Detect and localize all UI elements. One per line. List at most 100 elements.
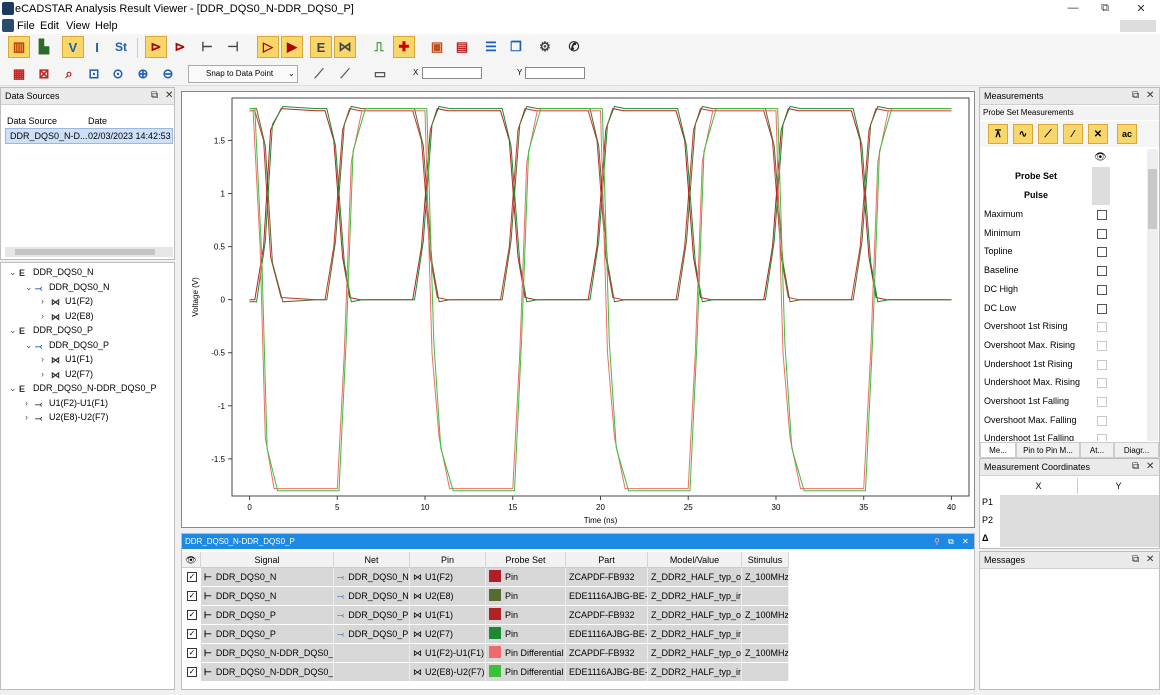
snap-dropdown[interactable]: Snap to Data Point ⌄ [188, 65, 298, 83]
measurement-checkbox[interactable] [1097, 284, 1107, 295]
tree-item[interactable]: › ⤙ U1(F2)-U1(F1) [25, 396, 108, 410]
chevron-icon[interactable]: › [41, 352, 51, 366]
probe-p-icon[interactable]: ⊳ [169, 36, 191, 58]
header-model[interactable]: Model/Value [648, 552, 742, 568]
menu-help[interactable]: Help [95, 20, 118, 32]
measurement-checkbox[interactable] [1097, 434, 1107, 441]
measurement-checkbox[interactable] [1097, 397, 1107, 407]
current-icon[interactable]: I [86, 36, 108, 58]
chevron-icon[interactable]: › [41, 309, 51, 323]
close-button[interactable]: ✕ [1126, 2, 1156, 16]
float-icon[interactable]: ⧉ [1132, 461, 1139, 472]
chevron-icon[interactable]: ⌄ [9, 323, 19, 337]
close-icon[interactable]: ✕ [962, 534, 969, 549]
state-icon[interactable]: St [110, 36, 132, 58]
tab-diagram[interactable]: Diagr... [1114, 442, 1159, 458]
eye-diagram-icon[interactable]: ✚ [393, 36, 415, 58]
chevron-icon[interactable]: › [25, 396, 35, 410]
chevron-icon[interactable]: ⌄ [9, 265, 19, 279]
header-signal[interactable]: Signal [201, 552, 334, 568]
chevron-icon[interactable]: ⌄ [9, 381, 19, 395]
measurement-checkbox[interactable] [1097, 210, 1107, 220]
chevron-icon[interactable]: ⌄ [25, 280, 35, 294]
float-icon[interactable]: ⧉ [151, 90, 158, 101]
tree-item[interactable]: › ⋈ U1(F2) [41, 294, 93, 308]
row-checkbox[interactable]: ✓ [187, 610, 197, 620]
table-row[interactable]: ✓ ⊢ DDR_DQS0_N-DDR_DQS0_P ⋈ U1(F2)-U1(F1) Pin… [182, 644, 789, 662]
visibility-eye-icon[interactable]: 👁 [182, 552, 201, 568]
vertical-scrollbar[interactable] [1147, 149, 1158, 441]
measurement-checkbox[interactable] [1097, 322, 1107, 333]
float-icon[interactable]: ⧉ [1132, 90, 1139, 101]
menu-edit[interactable]: Edit [40, 20, 59, 32]
receiver-icon[interactable]: ▶ [281, 36, 303, 58]
color-swatch[interactable] [489, 646, 501, 658]
close-icon[interactable]: ✕ [1146, 554, 1154, 565]
tab-pin-to-pin[interactable]: Pin to Pin M... [1016, 442, 1080, 458]
color-swatch[interactable] [489, 608, 501, 620]
measurement-checkbox[interactable] [1097, 266, 1107, 277]
zoom-region-icon[interactable]: ⌕ [58, 63, 80, 85]
chevron-icon[interactable]: › [41, 367, 51, 381]
tree-item[interactable]: › ⤙ U2(E8)-U2(F7) [25, 410, 109, 424]
histogram-icon[interactable]: ▙ [33, 36, 55, 58]
settings-gear-icon[interactable]: ⚙ [534, 36, 556, 58]
row-checkbox[interactable]: ✓ [187, 591, 197, 601]
tree-item[interactable]: ⌄ E DDR_DQS0_N [9, 265, 94, 279]
color-swatch[interactable] [489, 665, 501, 677]
tree-item[interactable]: › ⋈ U2(E8) [41, 309, 94, 323]
grid-icon[interactable]: ▦ [8, 63, 30, 85]
menu-view[interactable]: View [66, 20, 90, 32]
header-net[interactable]: Net [334, 552, 410, 568]
row-checkbox[interactable]: ✓ [187, 572, 197, 582]
voltage-icon[interactable]: V [62, 36, 84, 58]
waveform-view-icon[interactable]: ▥ [8, 36, 30, 58]
tile-horizontal-icon[interactable]: ☰ [480, 36, 502, 58]
mdi-controls[interactable] [1120, 20, 1156, 32]
pulse-icon[interactable]: ⎍ [368, 36, 390, 58]
crossing-icon[interactable]: ✕ [1088, 124, 1108, 144]
horizontal-scrollbar[interactable] [5, 247, 173, 257]
cascade-icon[interactable]: ❐ [505, 36, 527, 58]
zoom-in-icon[interactable]: ⊕ [132, 63, 154, 85]
row-checkbox[interactable]: ✓ [187, 667, 197, 677]
col-date[interactable]: Date [88, 116, 107, 126]
table-row[interactable]: ✓ ⊢ DDR_DQS0_P ⤙ DDR_DQS0_P ⋈ U1(F1) Pin ZCAPDF-… [182, 606, 789, 624]
tree-item[interactable]: ⌄ ⤙ DDR_DQS0_P [25, 338, 109, 352]
row-checkbox[interactable]: ✓ [187, 648, 197, 658]
rise-measure-icon[interactable]: ⊼ [988, 124, 1008, 144]
data-source-row[interactable]: DDR_DQS0_N-D... 02/03/2023 14:42:53 [5, 128, 173, 144]
edge-icon[interactable]: ⁄ [1063, 124, 1083, 144]
ac-icon[interactable]: ac [1117, 124, 1137, 144]
fit-icon[interactable]: ⊠ [33, 63, 55, 85]
signal-e-icon[interactable]: E [310, 36, 332, 58]
net-branch-icon[interactable]: ⊣ [222, 36, 244, 58]
table-row[interactable]: ✓ ⊢ DDR_DQS0_P ⤙ DDR_DQS0_P ⋈ U2(F7) Pin EDE1116… [182, 625, 789, 643]
driver-icon[interactable]: ▷ [257, 36, 279, 58]
measurement-checkbox[interactable] [1097, 359, 1107, 370]
measure-icon[interactable]: ⟋ [334, 63, 356, 85]
color-swatch[interactable] [489, 589, 501, 601]
table-row[interactable]: ✓ ⊢ DDR_DQS0_N ⤙ DDR_DQS0_N ⋈ U2(E8) Pin EDE1116… [182, 587, 789, 605]
probe-pin-icon[interactable]: ⊳ [145, 36, 167, 58]
pin-icon[interactable]: ⚲ [934, 534, 940, 549]
close-icon[interactable]: ✕ [1146, 90, 1154, 101]
header-probe-set[interactable]: Probe Set [486, 552, 566, 568]
net-probe-icon[interactable]: ⊢ [196, 36, 218, 58]
tree-item[interactable]: › ⋈ U2(F7) [41, 367, 93, 381]
minimize-button[interactable]: — [1058, 2, 1088, 16]
close-icon[interactable]: ✕ [165, 90, 173, 101]
zoom-out-icon[interactable]: ⊖ [157, 63, 179, 85]
tree-item[interactable]: › ⋈ U1(F1) [41, 352, 93, 366]
ruler-icon[interactable]: ⟋ [308, 63, 330, 85]
zoom-box-icon[interactable]: ⊙ [107, 63, 129, 85]
float-icon[interactable]: ⧉ [948, 534, 954, 549]
close-icon[interactable]: ✕ [1146, 461, 1154, 472]
chevron-icon[interactable]: › [25, 410, 35, 424]
header-pin[interactable]: Pin [410, 552, 486, 568]
col-data-source[interactable]: Data Source [7, 116, 57, 126]
marker-icon[interactable]: ▭ [369, 63, 391, 85]
color-swatch[interactable] [489, 627, 501, 639]
maximize-button[interactable]: ⧉ [1090, 2, 1120, 16]
chevron-icon[interactable]: ⌄ [25, 338, 35, 352]
